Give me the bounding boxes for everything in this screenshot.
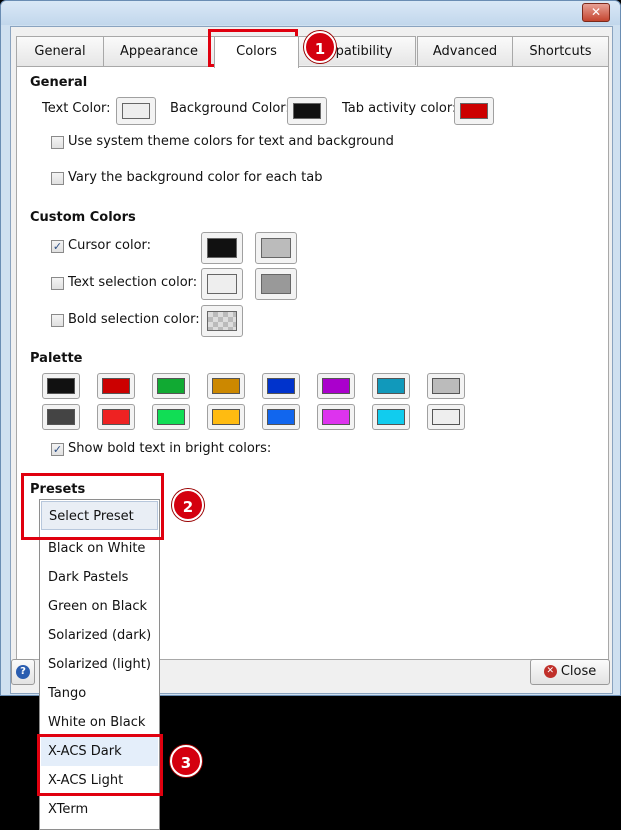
preset-option[interactable]: XTerm — [41, 795, 158, 824]
annotation-badge-3: 3 — [170, 745, 202, 777]
window-close-button[interactable]: ✕ — [582, 3, 610, 22]
preset-option[interactable]: Tango — [41, 679, 158, 708]
text-selection-foreground-button[interactable] — [201, 268, 243, 300]
vary-background-checkbox[interactable] — [51, 172, 64, 185]
palette-color-swatch — [102, 378, 130, 394]
palette-color-swatch — [157, 378, 185, 394]
text-selection-background-swatch — [261, 274, 291, 294]
text-selection-checkbox[interactable] — [51, 277, 64, 290]
text-selection-foreground-swatch — [207, 274, 237, 294]
bright-bold-label: Show bold text in bright colors: — [68, 441, 272, 456]
palette-color-button[interactable] — [427, 404, 465, 430]
tab-colors[interactable]: Colors — [214, 36, 299, 68]
palette-color-button[interactable] — [262, 373, 300, 399]
text-selection-label: Text selection color: — [68, 275, 198, 290]
tab-activity-color-label: Tab activity color: — [342, 101, 457, 116]
preset-option[interactable]: Dark Pastels — [41, 563, 158, 592]
text-color-swatch — [122, 103, 150, 119]
text-color-button[interactable] — [116, 97, 156, 125]
help-icon: ? — [16, 664, 30, 679]
palette-color-swatch — [432, 378, 460, 394]
vary-background-label: Vary the background color for each tab — [68, 170, 323, 185]
general-heading: General — [30, 75, 88, 90]
cursor-background-swatch — [261, 238, 291, 258]
palette-color-button[interactable] — [372, 404, 410, 430]
palette-color-button[interactable] — [317, 373, 355, 399]
palette-color-swatch — [47, 378, 75, 394]
annotation-badge-2: 2 — [172, 489, 204, 521]
palette-color-button[interactable] — [97, 404, 135, 430]
palette-color-swatch — [432, 409, 460, 425]
close-button[interactable]: ✕ Close — [530, 659, 610, 685]
palette-color-swatch — [377, 378, 405, 394]
palette-color-button[interactable] — [262, 404, 300, 430]
title-bar: ✕ — [1, 1, 620, 25]
annotation-box-presets — [21, 473, 164, 540]
background-color-label: Background Color: — [170, 101, 290, 116]
palette-color-swatch — [267, 409, 295, 425]
tab-appearance[interactable]: Appearance — [103, 36, 215, 66]
palette-color-swatch — [267, 378, 295, 394]
annotation-box-x-acs — [37, 734, 163, 796]
background-color-swatch — [293, 103, 321, 119]
close-button-label: Close — [560, 664, 597, 679]
tab-activity-color-button[interactable] — [454, 97, 494, 125]
text-color-label: Text Color: — [42, 101, 111, 116]
cursor-background-button[interactable] — [255, 232, 297, 264]
tab-advanced[interactable]: Advanced — [417, 36, 513, 66]
cursor-foreground-button[interactable] — [201, 232, 243, 264]
palette-color-button[interactable] — [42, 373, 80, 399]
cursor-color-label: Cursor color: — [68, 238, 152, 253]
palette-color-button[interactable] — [152, 404, 190, 430]
palette-color-button[interactable] — [207, 404, 245, 430]
preset-option[interactable]: Solarized (light) — [41, 650, 158, 679]
palette-color-swatch — [322, 409, 350, 425]
help-button[interactable]: ? — [11, 659, 35, 685]
palette-color-button[interactable] — [207, 373, 245, 399]
bright-bold-checkbox[interactable]: ✓ — [51, 443, 64, 456]
text-selection-background-button[interactable] — [255, 268, 297, 300]
system-theme-checkbox[interactable] — [51, 136, 64, 149]
palette-color-swatch — [212, 409, 240, 425]
palette-color-swatch — [212, 378, 240, 394]
preset-option[interactable]: Solarized (dark) — [41, 621, 158, 650]
palette-color-button[interactable] — [317, 404, 355, 430]
preset-option[interactable]: White on Black — [41, 708, 158, 737]
palette-color-swatch — [102, 409, 130, 425]
palette-color-swatch — [47, 409, 75, 425]
system-theme-label: Use system theme colors for text and bac… — [68, 134, 394, 149]
palette-color-button[interactable] — [372, 373, 410, 399]
palette-color-button[interactable] — [97, 373, 135, 399]
tab-general[interactable]: General — [16, 36, 104, 66]
background-color-button[interactable] — [287, 97, 327, 125]
bold-selection-label: Bold selection color: — [68, 312, 200, 327]
cursor-color-checkbox[interactable]: ✓ — [51, 240, 64, 253]
transparent-swatch — [207, 311, 237, 331]
close-icon: ✕ — [543, 665, 557, 678]
cursor-foreground-swatch — [207, 238, 237, 258]
palette-heading: Palette — [30, 351, 83, 366]
bold-selection-checkbox[interactable] — [51, 314, 64, 327]
palette-color-button[interactable] — [152, 373, 190, 399]
palette-color-button[interactable] — [427, 373, 465, 399]
palette-color-swatch — [157, 409, 185, 425]
annotation-badge-1: 1 — [304, 31, 336, 63]
tab-activity-color-swatch — [460, 103, 488, 119]
checkmark-icon: ✓ — [52, 240, 63, 253]
palette-color-button[interactable] — [42, 404, 80, 430]
palette-color-swatch — [322, 378, 350, 394]
palette-color-swatch — [377, 409, 405, 425]
custom-colors-heading: Custom Colors — [30, 210, 136, 225]
preset-option[interactable]: Green on Black — [41, 592, 158, 621]
bold-selection-button[interactable] — [201, 305, 243, 337]
checkmark-icon: ✓ — [52, 443, 63, 456]
tab-shortcuts[interactable]: Shortcuts — [512, 36, 609, 66]
